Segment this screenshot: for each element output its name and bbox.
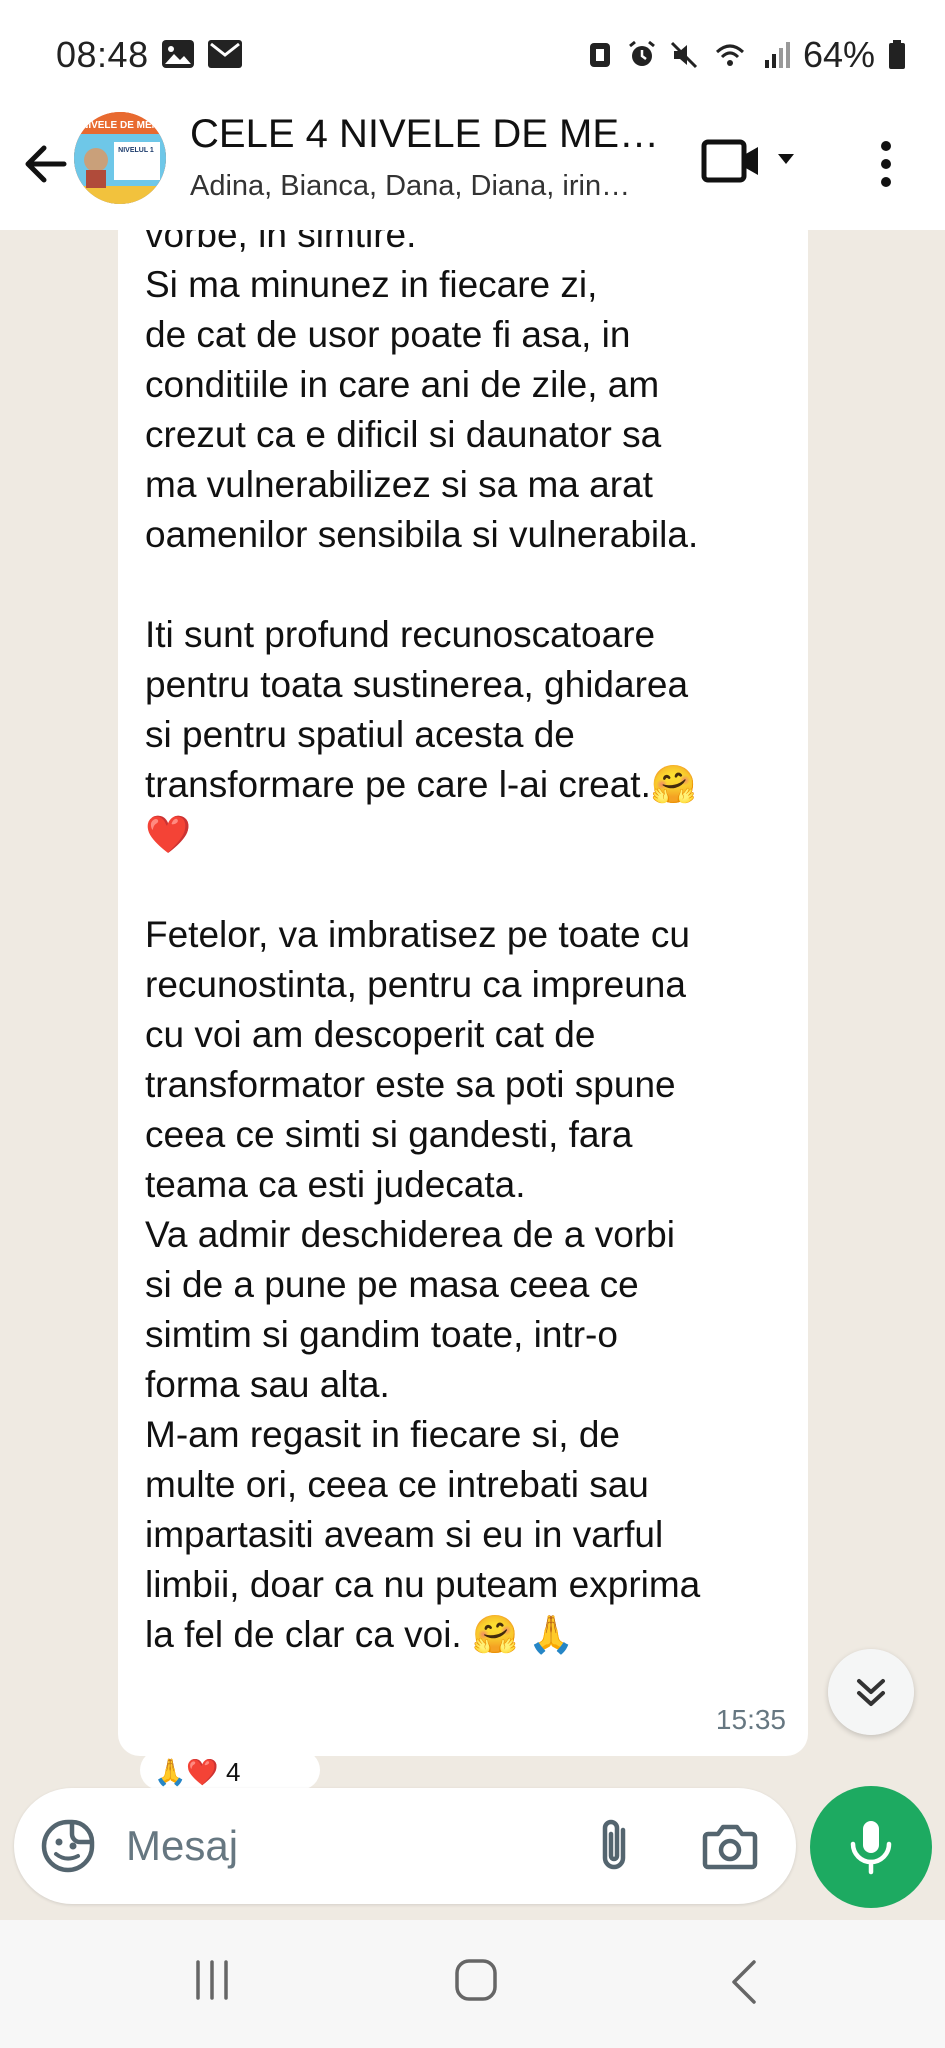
arrow-left-icon[interactable]	[18, 136, 74, 192]
paperclip-icon[interactable]	[589, 1816, 639, 1876]
message-reactions[interactable]: 🙏❤️ 4	[140, 1750, 320, 1790]
nav-back-icon[interactable]	[726, 1958, 760, 2006]
chat-title[interactable]: CELE 4 NIVELE DE ME…	[190, 112, 670, 157]
recent-apps-icon[interactable]	[192, 1958, 232, 2002]
message-input[interactable]	[126, 1818, 556, 1874]
system-nav-bar	[0, 1920, 945, 2048]
home-icon[interactable]	[454, 1958, 498, 2002]
microphone-button[interactable]	[810, 1786, 932, 1908]
gallery-notification-icon	[162, 40, 194, 68]
notification-icons	[162, 40, 242, 68]
chat-area[interactable]: vorbe, in simtire. Si ma minunez in fiec…	[0, 230, 945, 1790]
avatar-image: NIVELE DE MEN NIVELUL 1	[74, 112, 166, 204]
avatar-logo-subtext: NIVELUL 1	[118, 147, 154, 154]
message-text: vorbe, in simtire. Si ma minunez in fiec…	[145, 230, 701, 1655]
message-bubble[interactable]: vorbe, in simtire. Si ma minunez in fiec…	[118, 230, 808, 1756]
chat-header: NIVELE DE MEN NIVELUL 1 CELE 4 NIVELE DE…	[0, 108, 945, 230]
status-bar: 08:48 64%	[0, 0, 945, 108]
system-icons: 64%	[585, 34, 907, 76]
double-chevron-down-icon[interactable]	[828, 1649, 914, 1735]
video-call-icon[interactable]	[700, 136, 804, 186]
sticker-icon[interactable]	[40, 1818, 96, 1874]
mute-icon	[670, 41, 697, 69]
camera-icon[interactable]	[702, 1820, 758, 1872]
alarm-icon	[629, 40, 655, 66]
more-vertical-icon[interactable]	[862, 134, 910, 194]
message-composer	[14, 1788, 796, 1904]
signal-icon	[764, 42, 790, 68]
avatar-logo-text: NIVELE DE MEN	[81, 120, 159, 131]
wifi-icon	[715, 44, 744, 66]
battery-percent: 64%	[802, 34, 875, 75]
nfc-icon	[589, 43, 610, 67]
group-avatar[interactable]: NIVELE DE MEN NIVELUL 1	[74, 112, 166, 204]
mail-notification-icon	[208, 40, 242, 68]
microphone-icon	[850, 1821, 892, 1875]
chat-participants[interactable]: Adina, Bianca, Dana, Diana, irin…	[190, 170, 670, 203]
message-time: 15:35	[715, 1704, 786, 1735]
status-time: 08:48	[56, 34, 149, 75]
battery-icon	[889, 40, 905, 69]
